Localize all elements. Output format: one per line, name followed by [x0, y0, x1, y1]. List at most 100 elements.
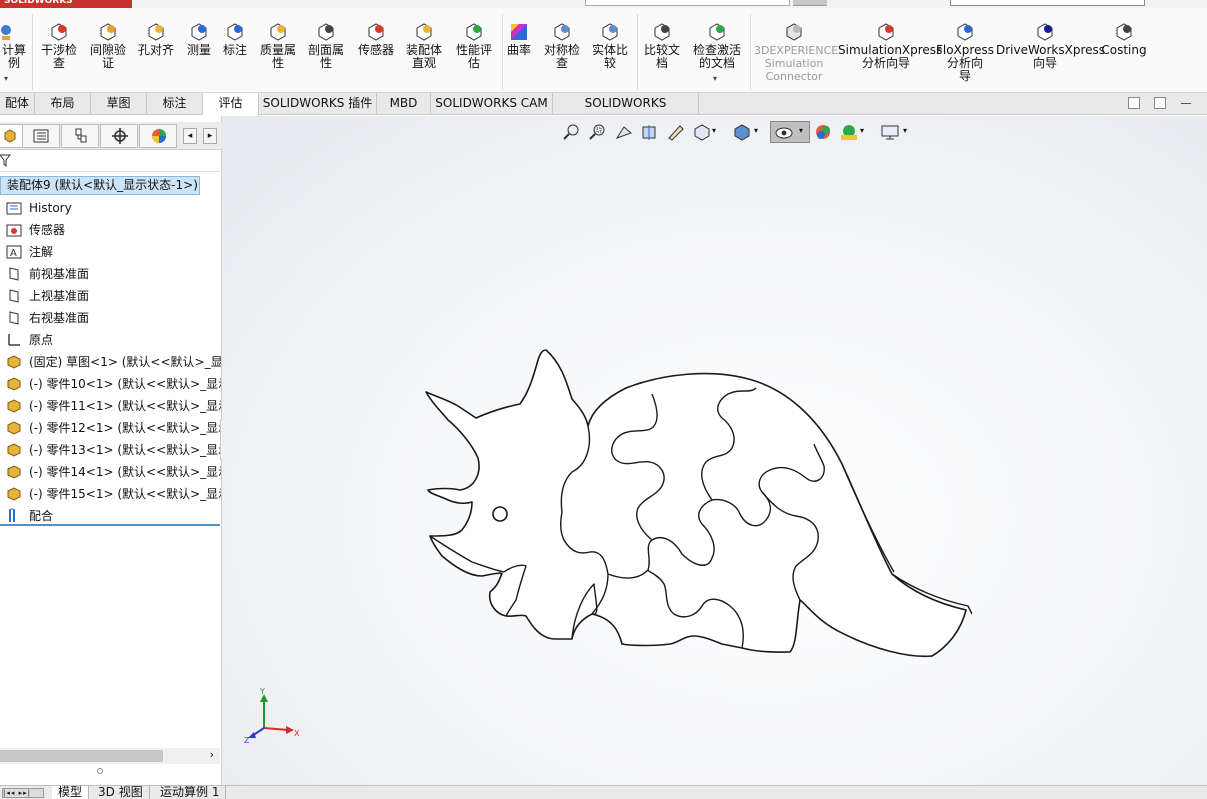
tree-item[interactable]: History	[0, 197, 221, 219]
bottom-tab-2[interactable]: 运动算例 1	[154, 786, 227, 799]
chevron-down-icon[interactable]: ▾	[712, 126, 716, 135]
compare-body-button[interactable]: 实体比 较	[588, 22, 632, 70]
chevron-down-icon[interactable]: ▾	[713, 74, 717, 83]
tab-configuration-manager[interactable]	[61, 124, 99, 148]
check-active-button[interactable]: 检查激活 的文档	[686, 22, 748, 70]
edit-appearance-icon[interactable]	[813, 123, 833, 141]
tab-display-manager[interactable]	[139, 124, 177, 148]
title-input-field[interactable]	[585, 0, 790, 6]
assembly-visual-button[interactable]: 装配体 直观	[402, 22, 446, 70]
tree-item[interactable]: (-) 零件12<1> (默认<<默认>_显示	[0, 417, 221, 439]
3dx-button[interactable]: 3DEXPERIENCE Simulation Connector	[754, 22, 838, 83]
simxpress-button[interactable]: SimulationXpress 分析向导	[838, 22, 942, 70]
sensor-icon	[368, 23, 384, 41]
ribbon-separator	[32, 14, 33, 90]
section-view-icon[interactable]	[640, 123, 660, 141]
tree-item[interactable]: (-) 零件10<1> (默认<<默认>_显示	[0, 373, 221, 395]
tab-feature-manager[interactable]	[0, 124, 24, 148]
tab-5[interactable]: SOLIDWORKS 插件	[259, 93, 377, 115]
bottom-tab-1[interactable]: 3D 视图	[92, 786, 150, 799]
tree-item-label: (固定) 草图<1> (默认<<默认>_显示	[29, 355, 221, 369]
tab-6[interactable]: MBD	[377, 93, 431, 115]
clearance-verify-icon	[100, 23, 116, 41]
partial-command-label: 计算 例	[1, 43, 26, 70]
panel-splitter-handle[interactable]	[97, 768, 103, 774]
graphics-area[interactable]: ▾ ▾ ▾ ▾ ▾ Y X Z	[222, 116, 1207, 785]
tab-7[interactable]: SOLIDWORKS CAM	[431, 93, 553, 115]
tree-root-assembly[interactable]: 装配体9 (默认<默认_显示状态-1>)	[0, 176, 200, 195]
scroll-right-icon[interactable]: ▸	[203, 128, 217, 144]
filter-icon[interactable]	[0, 154, 12, 168]
chevron-down-icon[interactable]: ▾	[860, 126, 864, 135]
clearance-button[interactable]: 间隙验 证	[86, 22, 130, 70]
costing-button[interactable]: Costing	[1098, 22, 1150, 57]
compare-doc-button[interactable]: 比较文 档	[640, 22, 684, 70]
bottom-tab-0[interactable]: 模型	[52, 786, 90, 799]
tab-3[interactable]: 标注	[147, 93, 203, 115]
display-style-icon[interactable]	[732, 123, 752, 141]
tab-2[interactable]: 草图	[91, 93, 147, 115]
section-props-button[interactable]: 剖面属 性	[304, 22, 348, 70]
dynamic-annotation-icon[interactable]	[666, 123, 686, 141]
tree-item[interactable]: 原点	[0, 329, 221, 351]
floxpress-button[interactable]: FloXpress 分析向 导	[936, 22, 994, 83]
tree-item-label: (-) 零件14<1> (默认<<默认>_显示	[29, 465, 221, 479]
tab-dimxpert-manager[interactable]	[100, 124, 138, 148]
horizontal-scrollbar[interactable]: ›	[0, 748, 220, 764]
tab-0[interactable]: 配体	[0, 93, 35, 115]
chevron-down-icon[interactable]: ▾	[4, 74, 8, 83]
tab-8[interactable]: SOLIDWORKS Inspection	[553, 93, 699, 131]
tree-item[interactable]: 传感器	[0, 219, 221, 241]
previous-view-icon[interactable]	[614, 123, 634, 141]
performance-button[interactable]: 性能评 估	[452, 22, 496, 70]
tree-item[interactable]: (-) 零件13<1> (默认<<默认>_显示	[0, 439, 221, 461]
restore-panel-icon[interactable]	[1128, 97, 1140, 109]
chevron-down-icon[interactable]: ▾	[754, 126, 758, 135]
search-field[interactable]	[950, 0, 1145, 6]
view-settings-icon[interactable]	[880, 123, 900, 141]
part-icon	[7, 355, 21, 369]
scrollbar-thumb[interactable]	[0, 750, 163, 762]
tree-item[interactable]: (-) 零件14<1> (默认<<默认>_显示	[0, 461, 221, 483]
tree-item[interactable]: (-) 零件15<1> (默认<<默认>_显示	[0, 483, 221, 505]
tab-1[interactable]: 布局	[35, 93, 91, 115]
zoom-to-area-icon[interactable]	[588, 123, 608, 141]
chevron-down-icon[interactable]: ▾	[903, 126, 907, 135]
interference-check-icon	[51, 23, 67, 41]
triceratops-puzzle-model[interactable]	[412, 344, 972, 674]
triad-y-label: Y	[259, 688, 265, 696]
hide-show-items-button[interactable]: ▾	[770, 121, 810, 143]
partial-command-button[interactable]: 计算 例	[0, 22, 28, 70]
curvature-button[interactable]: 曲率	[504, 22, 534, 57]
view-orientation-icon[interactable]	[692, 123, 712, 141]
tree-item[interactable]: A 注解	[0, 241, 221, 263]
driveworks-button[interactable]: DriveWorksXpress 向导	[996, 22, 1105, 70]
scroll-right-arrow-icon[interactable]: ›	[210, 748, 214, 761]
rollback-bar[interactable]	[0, 524, 220, 526]
apply-scene-icon[interactable]	[839, 123, 859, 141]
title-button[interactable]	[793, 0, 827, 6]
plane-icon	[9, 289, 19, 303]
scroll-left-icon[interactable]: ◂	[183, 128, 197, 144]
tree-item[interactable]: 上视基准面	[0, 285, 221, 307]
mates-icon	[8, 508, 16, 522]
tree-item[interactable]: 前视基准面	[0, 263, 221, 285]
measure-icon	[191, 23, 207, 41]
panel-tab-strip: ◂ ▸	[0, 122, 222, 150]
tab-4[interactable]: 评估	[203, 93, 259, 116]
tab-nav-arrows-icon[interactable]: |◂◂ ▸▸|	[2, 788, 44, 798]
minimize-icon[interactable]	[1181, 103, 1191, 104]
tree-item[interactable]: (-) 零件11<1> (默认<<默认>_显示	[0, 395, 221, 417]
tab-property-manager[interactable]	[22, 124, 60, 148]
tree-item[interactable]: 右视基准面	[0, 307, 221, 329]
sensor-button[interactable]: 传感器	[354, 22, 398, 57]
expand-panel-icon[interactable]	[1154, 97, 1166, 109]
measure-button[interactable]: 测量	[182, 22, 216, 57]
symmetry-button[interactable]: 对称检 查	[540, 22, 584, 70]
hole-align-button[interactable]: 孔对齐	[134, 22, 178, 57]
zoom-to-fit-icon[interactable]	[562, 123, 582, 141]
tree-item[interactable]: (固定) 草图<1> (默认<<默认>_显示	[0, 351, 221, 373]
mass-props-button[interactable]: 质量属 性	[256, 22, 300, 70]
interference-button[interactable]: 干涉检 查	[36, 22, 82, 70]
markup-button[interactable]: 标注	[218, 22, 252, 57]
